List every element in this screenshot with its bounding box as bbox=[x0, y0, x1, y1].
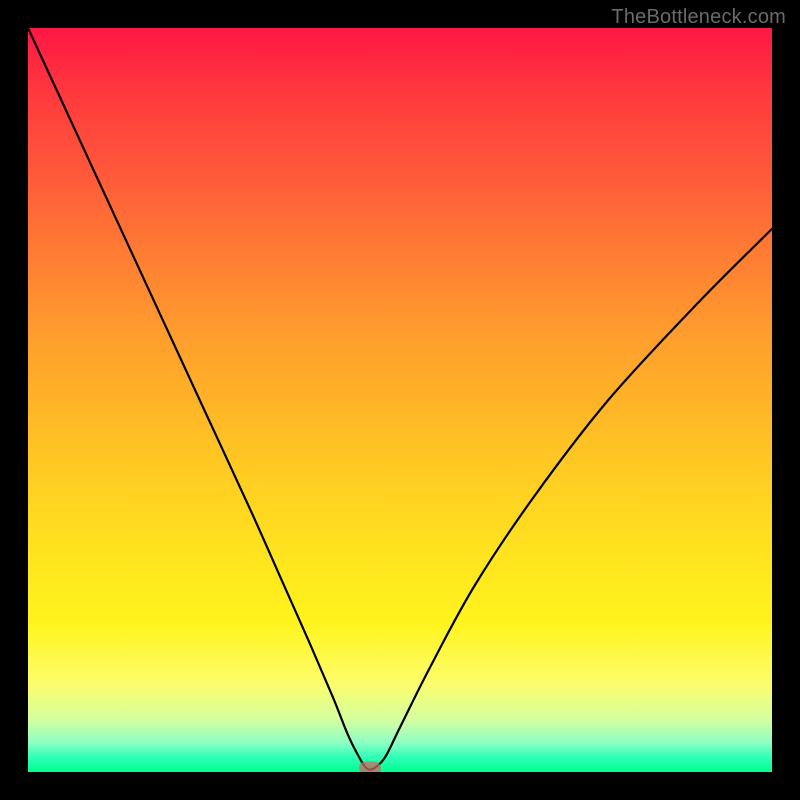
chart-frame: TheBottleneck.com bbox=[0, 0, 800, 800]
watermark-text: TheBottleneck.com bbox=[611, 6, 786, 29]
bottleneck-curve bbox=[28, 28, 772, 772]
minimum-marker bbox=[359, 762, 381, 772]
plot-area bbox=[28, 28, 772, 772]
